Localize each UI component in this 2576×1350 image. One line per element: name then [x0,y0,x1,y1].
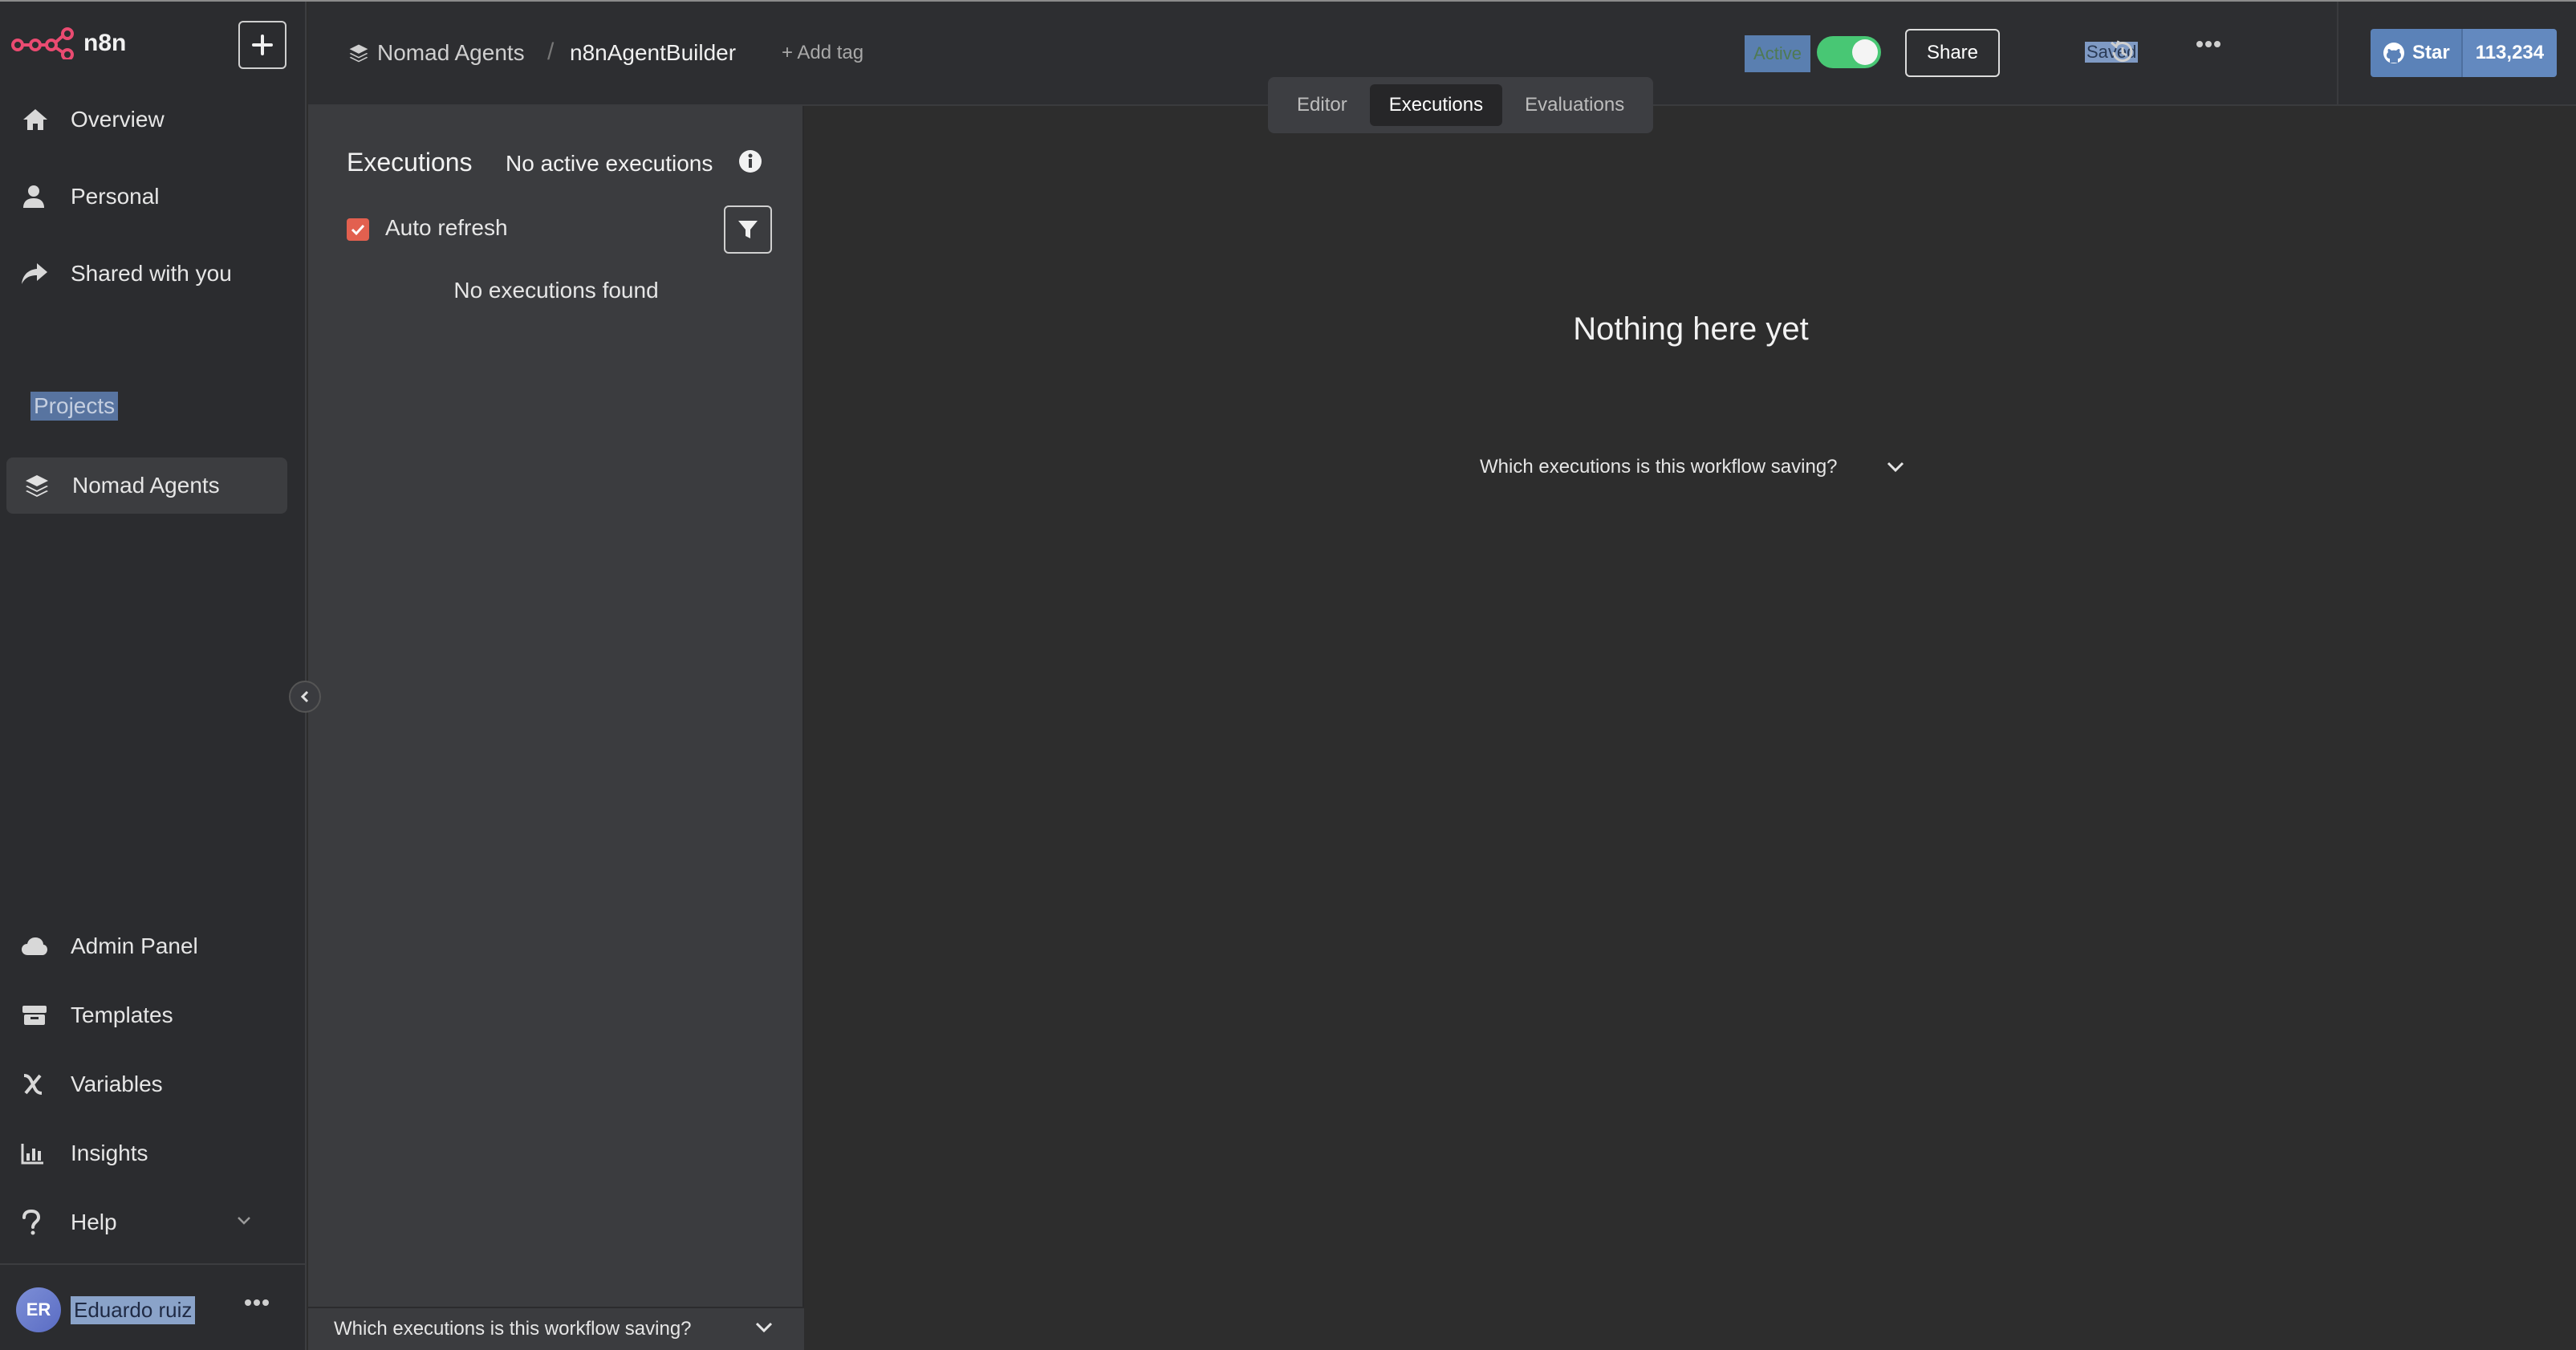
n8n-logo-icon [11,27,74,59]
view-tabs: Editor Executions Evaluations [1268,77,1654,133]
saving-settings-footer[interactable]: Which executions is this workflow saving… [308,1307,804,1350]
sidebar-item-label: Shared with you [71,261,232,286]
cloud-icon [21,936,56,957]
add-tag-button[interactable]: + Add tag [782,42,863,64]
avatar: ER [16,1287,61,1332]
github-icon [2382,41,2406,65]
github-star[interactable]: Star [2371,29,2461,77]
sidebar-item-label: Overview [71,107,165,132]
saving-question: Which executions is this workflow saving… [334,1318,692,1340]
sidebar-item-personal[interactable]: Personal [21,177,160,217]
share-button[interactable]: Share [1905,29,2000,77]
sidebar-item-nomad-agents[interactable]: Nomad Agents [6,457,287,514]
empty-state-text: No executions found [453,278,659,303]
executions-title: Executions [347,148,473,177]
sidebar-item-label: Nomad Agents [72,473,220,498]
collapse-sidebar-button[interactable] [289,681,321,713]
user-icon [21,184,56,209]
workflow-name[interactable]: n8nAgentBuilder [570,40,736,66]
sidebar-item-admin-panel[interactable]: Admin Panel [21,926,198,966]
chevron-down-icon [754,1321,774,1334]
box-icon [21,1004,56,1027]
breadcrumb-project: Nomad Agents [377,40,525,65]
sidebar-item-templates[interactable]: Templates [21,995,173,1035]
filter-button[interactable] [724,205,772,254]
variable-icon [21,1072,56,1096]
chart-icon [21,1142,56,1165]
layers-icon [24,473,50,498]
sidebar-item-overview[interactable]: Overview [21,100,165,140]
question-icon [21,1210,56,1235]
breadcrumb[interactable]: Nomad Agents [348,40,525,66]
plus-icon [251,34,274,56]
divider [0,1263,307,1265]
tab-executions[interactable]: Executions [1369,84,1503,126]
chevron-down-icon[interactable] [236,1215,252,1226]
empty-state-title: Nothing here yet [1573,311,1809,347]
github-star-count[interactable]: 113,234 [2460,29,2558,77]
sidebar-item-shared[interactable]: Shared with you [21,254,232,294]
saving-question: Which executions is this workflow saving… [1480,456,1838,478]
executions-status: No active executions [506,151,713,176]
sidebar-item-help[interactable]: Help [21,1202,117,1242]
github-star-button[interactable]: Star 113,234 [2371,29,2558,77]
sidebar-item-insights[interactable]: Insights [21,1133,148,1173]
active-toggle[interactable] [1817,36,1881,68]
app-logo[interactable]: n8n [11,27,126,59]
tab-evaluations[interactable]: Evaluations [1505,84,1644,126]
home-icon [21,107,56,132]
projects-heading: Projects [30,392,119,421]
active-label: Active [1745,35,1810,72]
filter-icon [737,218,759,241]
share-icon [21,262,56,286]
divider [2337,0,2338,104]
github-star-label: Star [2412,42,2450,63]
tab-editor[interactable]: Editor [1278,84,1367,126]
sidebar-item-label: Variables [71,1071,163,1096]
saving-settings-toggle[interactable]: Which executions is this workflow saving… [1480,456,1905,478]
more-icon[interactable] [244,1299,270,1307]
window-top-line [0,0,2576,2]
sidebar-item-label: Insights [71,1141,148,1165]
chevron-left-icon [299,689,311,704]
more-icon[interactable] [2196,40,2221,48]
check-icon [350,223,366,236]
history-icon[interactable] [2109,39,2136,66]
breadcrumb-separator: / [547,39,555,65]
info-icon[interactable] [738,149,762,173]
create-button[interactable] [238,21,286,69]
auto-refresh-label[interactable]: Auto refresh [385,215,508,241]
sidebar-item-variables[interactable]: Variables [21,1064,163,1104]
sidebar-item-label: Admin Panel [71,933,198,958]
sidebar-item-label: Templates [71,1002,173,1027]
sidebar-item-label: Personal [71,184,160,209]
user-menu[interactable]: ER Eduardo ruiz [16,1287,196,1332]
sidebar-item-label: Help [71,1210,117,1234]
sidebar: n8n Overview Personal Shared with you Pr… [0,0,307,1350]
auto-refresh-checkbox[interactable] [347,218,369,241]
executions-panel: Executions No active executions Auto ref… [308,106,804,1350]
toggle-knob [1852,39,1878,65]
chevron-down-icon [1886,461,1905,474]
app-name: n8n [83,30,127,56]
user-name: Eduardo ruiz [71,1295,196,1324]
layers-icon [348,43,369,63]
